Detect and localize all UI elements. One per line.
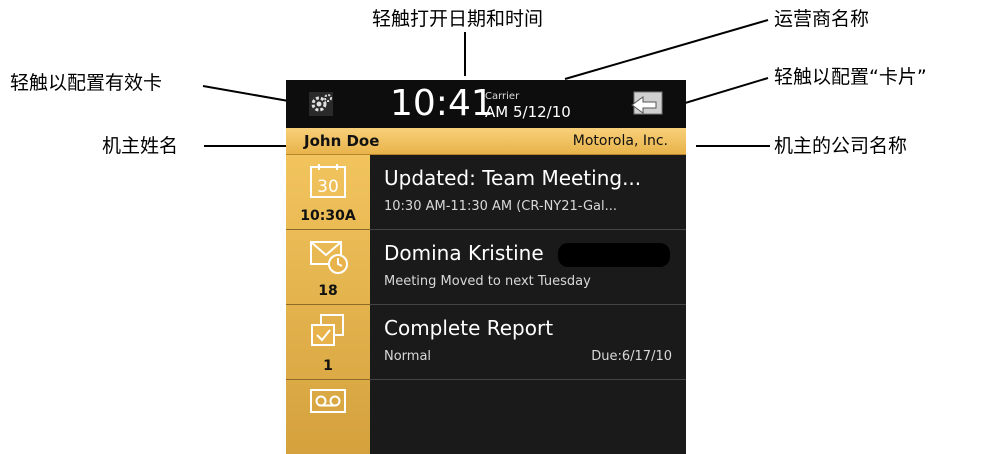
calendar-icon: 30 (310, 164, 346, 198)
sidebar-calendar[interactable]: 30 10:30A (286, 155, 370, 230)
mail-clock-icon (310, 241, 348, 274)
gear-icon[interactable] (308, 91, 334, 117)
card-sidebar: 30 10:30A 18 1 (286, 155, 370, 454)
owner-company: Motorola, Inc. (572, 133, 668, 149)
owner-name: John Doe (304, 132, 380, 150)
voicemail-icon (310, 389, 346, 413)
card-row-calendar[interactable]: Updated: Team Meeting... 10:30 AM-11:30 … (370, 155, 686, 230)
tasks-icon (311, 314, 344, 346)
tasks-count: 1 (323, 358, 333, 374)
card-subtitle: Normal (384, 349, 432, 364)
card-title: Updated: Team Meeting... (384, 166, 642, 190)
calendar-icon-day: 30 (317, 177, 339, 197)
cards-config-icon[interactable] (630, 89, 664, 119)
clock-time[interactable]: 10:41 (390, 84, 494, 124)
card-row-voicemail[interactable] (370, 380, 686, 454)
carrier-name: Carrier (485, 91, 520, 102)
sidebar-mail[interactable]: 18 (286, 230, 370, 305)
owner-bar: John Doe Motorola, Inc. (286, 128, 686, 155)
card-row-mail[interactable]: Domina Kristine Meeting Moved to next Tu… (370, 230, 686, 305)
redaction-mark (558, 243, 670, 267)
calendar-time: 10:30A (300, 208, 356, 224)
card-subtitle: 10:30 AM-11:30 AM (CR-NY21-Gal... (384, 199, 618, 214)
card-subtitle: Meeting Moved to next Tuesday (384, 274, 591, 289)
card-row-tasks[interactable]: Complete Report Normal Due:6/17/10 (370, 305, 686, 380)
mail-count: 18 (318, 283, 338, 299)
sidebar-tasks[interactable]: 1 (286, 305, 370, 380)
sidebar-voicemail[interactable] (286, 380, 370, 454)
status-bar: 10:41 Carrier AM 5/12/10 (286, 80, 686, 128)
leader-carrier (564, 19, 769, 80)
card-due-date: Due:6/17/10 (591, 349, 672, 364)
card-title: Complete Report (384, 316, 554, 340)
phone-screen: 10:41 Carrier AM 5/12/10 John Doe Motoro… (286, 80, 686, 454)
clock-date[interactable]: AM 5/12/10 (485, 103, 571, 121)
